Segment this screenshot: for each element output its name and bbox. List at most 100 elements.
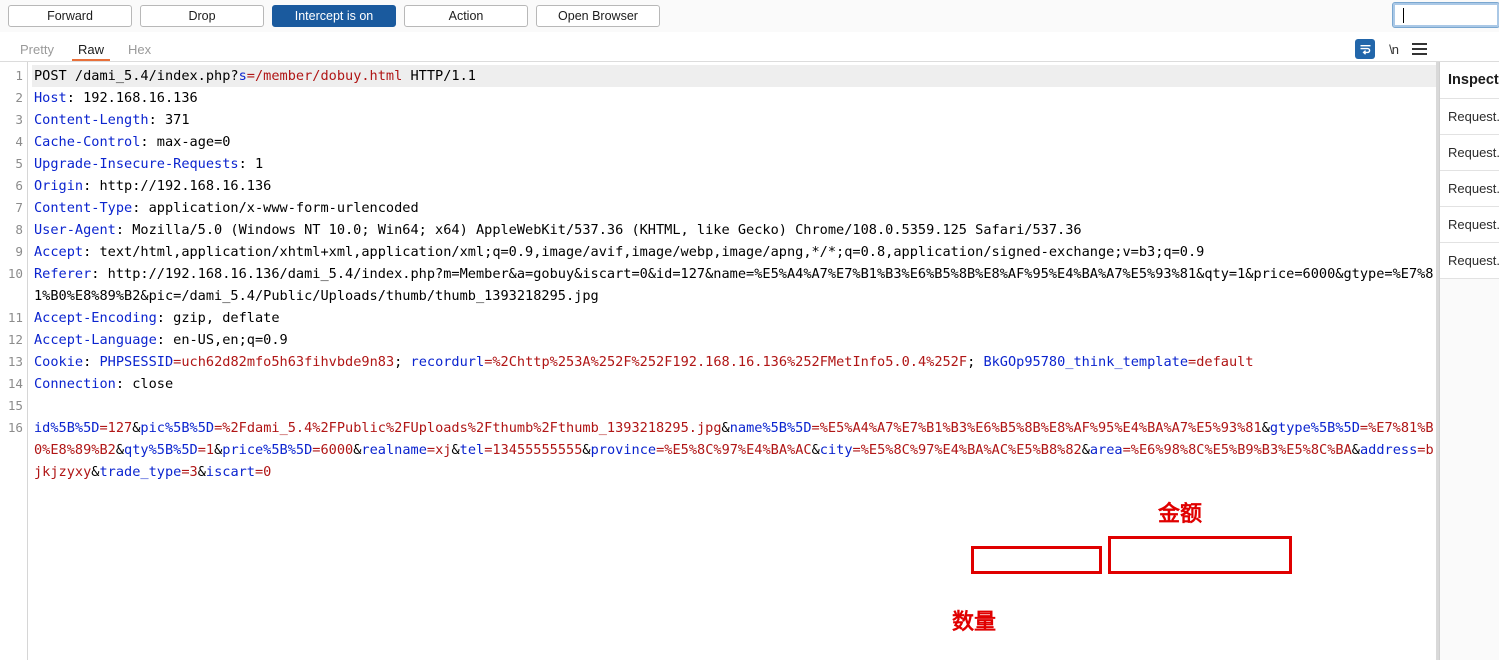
code-key: address	[1359, 442, 1418, 458]
code-key: recordurl	[410, 354, 485, 370]
code-value: =uch62d82mfo5h63fihvbde9n83	[173, 354, 395, 370]
line-number: 10	[7, 266, 23, 281]
word-wrap-icon[interactable]	[1355, 39, 1376, 59]
line-number: 9	[15, 244, 23, 259]
code-key: Upgrade-Insecure-Requests	[34, 156, 239, 172]
action-button-forward[interactable]: Forward	[8, 5, 132, 27]
code-key: Origin	[34, 178, 84, 194]
code-text: : 192.168.16.136	[66, 90, 198, 106]
code-key: Cache-Control	[34, 134, 141, 150]
code-text: : text/html,application/xhtml+xml,applic…	[83, 244, 1205, 260]
code-value: =xj	[426, 442, 452, 458]
inspector-row[interactable]: Request...	[1440, 243, 1499, 279]
code-value: =127	[99, 420, 133, 436]
inspector-row[interactable]: Request...	[1440, 99, 1499, 135]
code-key: qty%5B%5D	[124, 442, 198, 458]
tab-raw[interactable]: Raw	[66, 43, 116, 61]
line-number: 1	[15, 68, 23, 83]
inspector-row-list: Request...Request...Request...Request...…	[1440, 99, 1499, 279]
code-value: =1	[197, 442, 215, 458]
line-number: 7	[15, 200, 23, 215]
code-key: tel	[459, 442, 485, 458]
line-number: 13	[7, 354, 23, 369]
code-line: Accept: text/html,application/xhtml+xml,…	[32, 241, 1436, 263]
code-value: =%E5%A4%A7%E7%B1%B3%E6%B5%8B%E8%AF%95%E4…	[811, 420, 1262, 436]
code-text: : application/x-www-form-urlencoded	[132, 200, 419, 216]
code-value: =%E5%8C%97%E4%BA%AC%E5%B8%82	[852, 442, 1082, 458]
request-editor[interactable]: 1 2 3 4 5 6 7 8 9 10 11 12 13 14 15 16 POST /dami_5.4/i…	[0, 62, 1439, 660]
code-key: PHPSESSID	[99, 354, 174, 370]
code-text: : 1	[238, 156, 264, 172]
code-line: Upgrade-Insecure-Requests: 1	[32, 153, 1436, 175]
code-value: =%E6%98%8C%E5%B9%B3%E5%8C%BA	[1122, 442, 1352, 458]
code-line: Referer: http://192.168.16.136/dami_5.4/…	[32, 263, 1436, 307]
menu-icon-bars	[1412, 43, 1427, 55]
code-value: =%2Chttp%253A%252F%252F192.168.16.136%25…	[484, 354, 968, 370]
action-button-open-browser[interactable]: Open Browser	[536, 5, 660, 27]
code-value: =0	[255, 464, 272, 480]
action-button-drop[interactable]: Drop	[140, 5, 264, 27]
code-key: BkGOp95780_think_template	[983, 354, 1189, 370]
menu-icon[interactable]	[1412, 43, 1427, 55]
editor-toolbar-icons: \n	[1355, 39, 1427, 59]
search-input[interactable]	[1392, 2, 1499, 28]
newline-icon[interactable]: \n	[1389, 42, 1399, 57]
code-key: Content-Type	[34, 200, 133, 216]
code-line: id%5B%5D=127&pic%5B%5D=%2Fdami_5.4%2FPub…	[32, 417, 1436, 483]
code-text: &	[1081, 442, 1090, 458]
code-value: =13455555555	[484, 442, 583, 458]
code-text: POST /dami_5.4/index.php?	[34, 68, 239, 84]
code-key: Accept	[34, 244, 84, 260]
word-wrap-icon-box	[1355, 39, 1376, 59]
code-text: &	[582, 442, 591, 458]
line-number	[0, 285, 27, 307]
inspector-row[interactable]: Request...	[1440, 207, 1499, 243]
line-number	[0, 461, 27, 483]
code-value: =default	[1188, 354, 1254, 370]
code-key: trade_type	[99, 464, 182, 480]
code-text: : http://192.168.16.136/dami_5.4/index.p…	[34, 266, 1434, 304]
code-key: Accept-Encoding	[34, 310, 157, 326]
line-number: 12	[7, 332, 23, 347]
code-text: : close	[115, 376, 174, 392]
request-raw-text[interactable]: POST /dami_5.4/index.php?s=/member/dobuy…	[28, 62, 1436, 660]
line-number: 16	[7, 420, 23, 435]
code-value: =/member/dobuy.html	[246, 68, 403, 84]
line-number: 4	[15, 134, 23, 149]
tab-pretty[interactable]: Pretty	[8, 43, 66, 61]
line-number: 11	[7, 310, 23, 325]
action-button-action[interactable]: Action	[404, 5, 528, 27]
inspector-row[interactable]: Request...	[1440, 171, 1499, 207]
code-key: name%5B%5D	[729, 420, 812, 436]
inspector-row[interactable]: Request...	[1440, 135, 1499, 171]
code-key: Referer	[34, 266, 92, 282]
code-line: User-Agent: Mozilla/5.0 (Windows NT 10.0…	[32, 219, 1436, 241]
code-text: : en-US,en;q=0.9	[156, 332, 288, 348]
code-key: province	[590, 442, 657, 458]
inspector-panel: Inspector Request...Request...Request...…	[1439, 62, 1499, 660]
code-key: Cookie	[34, 354, 84, 370]
code-text: &	[721, 420, 730, 436]
tab-hex[interactable]: Hex	[116, 43, 163, 61]
code-line: Accept-Encoding: gzip, deflate	[32, 307, 1436, 329]
code-text: ;	[394, 354, 411, 370]
search-field-wrapper[interactable]	[1392, 2, 1499, 28]
code-key: s	[238, 68, 247, 84]
action-button-intercept-is-on[interactable]: Intercept is on	[272, 5, 396, 27]
line-number: 2	[15, 90, 23, 105]
code-line: POST /dami_5.4/index.php?s=/member/dobuy…	[32, 65, 1436, 87]
code-text: : http://192.168.16.136	[83, 178, 272, 194]
inspector-empty-area	[1440, 279, 1499, 660]
code-key: id%5B%5D	[34, 420, 100, 436]
code-text: &	[197, 464, 206, 480]
code-key: Accept-Language	[34, 332, 157, 348]
code-text: &	[811, 442, 820, 458]
code-key: area	[1089, 442, 1123, 458]
code-value: =6000	[312, 442, 354, 458]
code-key: Host	[34, 90, 67, 106]
tab-list: Pretty Raw Hex	[8, 43, 163, 61]
editor-scrollbar[interactable]	[1436, 62, 1439, 660]
code-line: Content-Type: application/x-www-form-url…	[32, 197, 1436, 219]
inspector-title: Inspector	[1440, 62, 1499, 99]
line-number: 14	[7, 376, 23, 391]
